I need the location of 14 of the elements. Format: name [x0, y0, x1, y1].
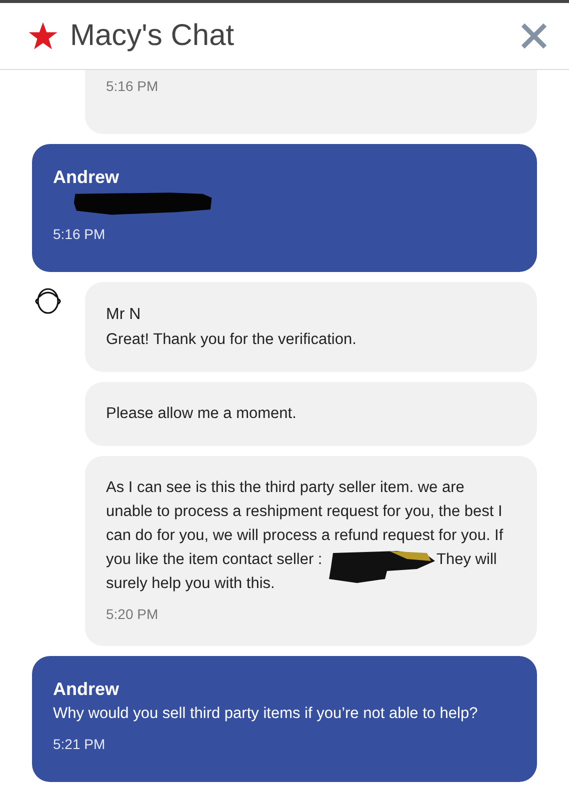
message-time: 5:21 PM — [53, 735, 106, 754]
message-time: 5:16 PM — [106, 77, 160, 96]
message-time: 5:16 PM — [53, 225, 106, 244]
sender-name: Andrew — [53, 678, 120, 701]
star-icon — [28, 21, 58, 51]
message-text: Great! Thank you for the verification. — [106, 330, 358, 350]
sender-name: Andrew — [53, 166, 120, 189]
message-time: 5:20 PM — [106, 605, 160, 624]
close-button[interactable] — [519, 21, 549, 51]
message-text: As I can see is this the third party seller item. we are unable to process a reshipment request for you, the best I can do for you, we will process a refund request for you. If you like the item contact seller : They will surely help you with this. — [106, 478, 504, 594]
chat-title: Macy's Chat — [70, 19, 236, 53]
message-text: Please allow me a moment. — [106, 404, 298, 424]
sender-name: Mr N — [106, 305, 142, 325]
message-text: Why would you sell third party items if you’re not able to help? — [53, 704, 479, 724]
